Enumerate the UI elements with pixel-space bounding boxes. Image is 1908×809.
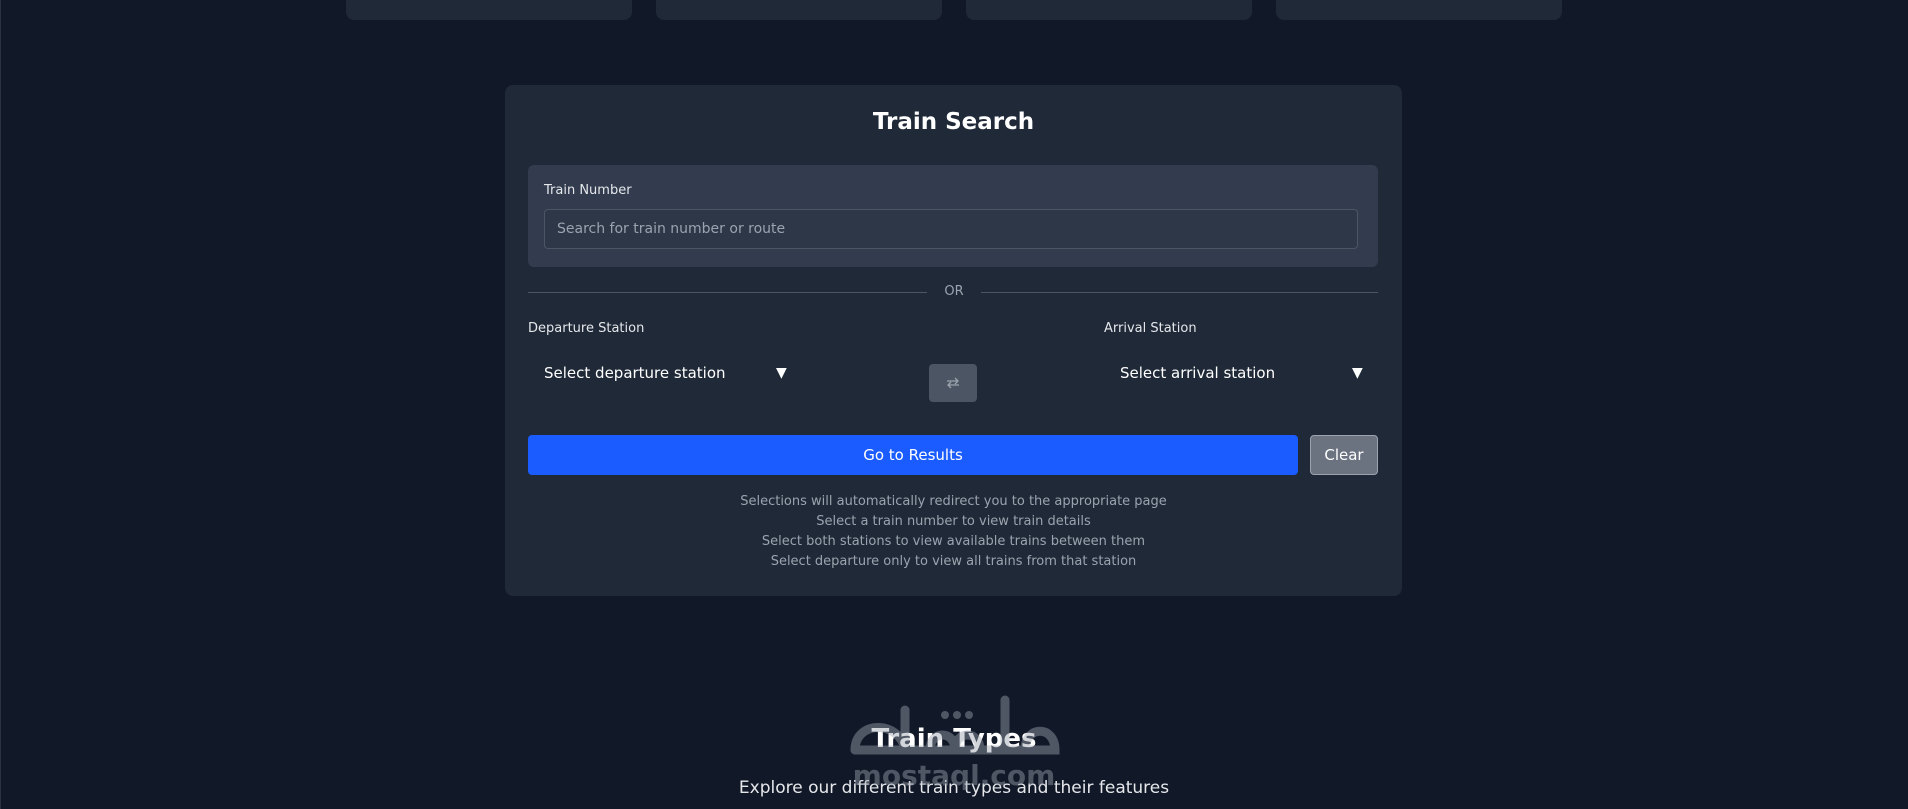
hint-line: Select departure only to view all trains… [770,554,1137,569]
train-number-label: Train Number [544,183,632,198]
arrival-station-label: Arrival Station [1104,321,1197,336]
departure-station-value: Select departure station [544,364,726,382]
chevron-down-icon: ▼ [1352,365,1363,381]
go-to-results-button[interactable]: Go to Results [528,435,1298,475]
swap-stations-button[interactable] [929,364,977,402]
clear-button[interactable]: Clear [1310,435,1378,475]
train-types-title: Train Types [871,724,1037,754]
chevron-down-icon: ▼ [776,365,787,381]
arrival-station-select[interactable]: Select arrival station ▼ [1120,359,1370,387]
hint-line: Selections will automatically redirect y… [740,494,1167,509]
hint-line: Select a train number to view train deta… [816,514,1091,529]
train-number-section: Train Number [528,165,1378,267]
swap-arrows-icon [945,374,961,393]
card-placeholder [656,0,942,20]
page-edge [0,0,1,809]
departure-station-select[interactable]: Select departure station ▼ [544,359,794,387]
or-divider: OR [944,284,964,299]
divider-line-left [528,292,927,293]
card-placeholder [346,0,632,20]
card-placeholder [966,0,1252,20]
train-search-panel: Train Search Train Number OR Departure S… [505,85,1402,596]
arrival-station-value: Select arrival station [1120,364,1276,382]
search-hints: Selections will automatically redirect y… [505,492,1402,572]
hint-line: Select both stations to view available t… [761,534,1146,549]
train-search-title: Train Search [872,109,1035,135]
card-placeholder [1276,0,1562,20]
train-number-input[interactable] [544,209,1358,249]
train-types-subtitle: Explore our different train types and th… [738,778,1170,798]
divider-line-right [981,292,1378,293]
departure-station-label: Departure Station [528,321,645,336]
